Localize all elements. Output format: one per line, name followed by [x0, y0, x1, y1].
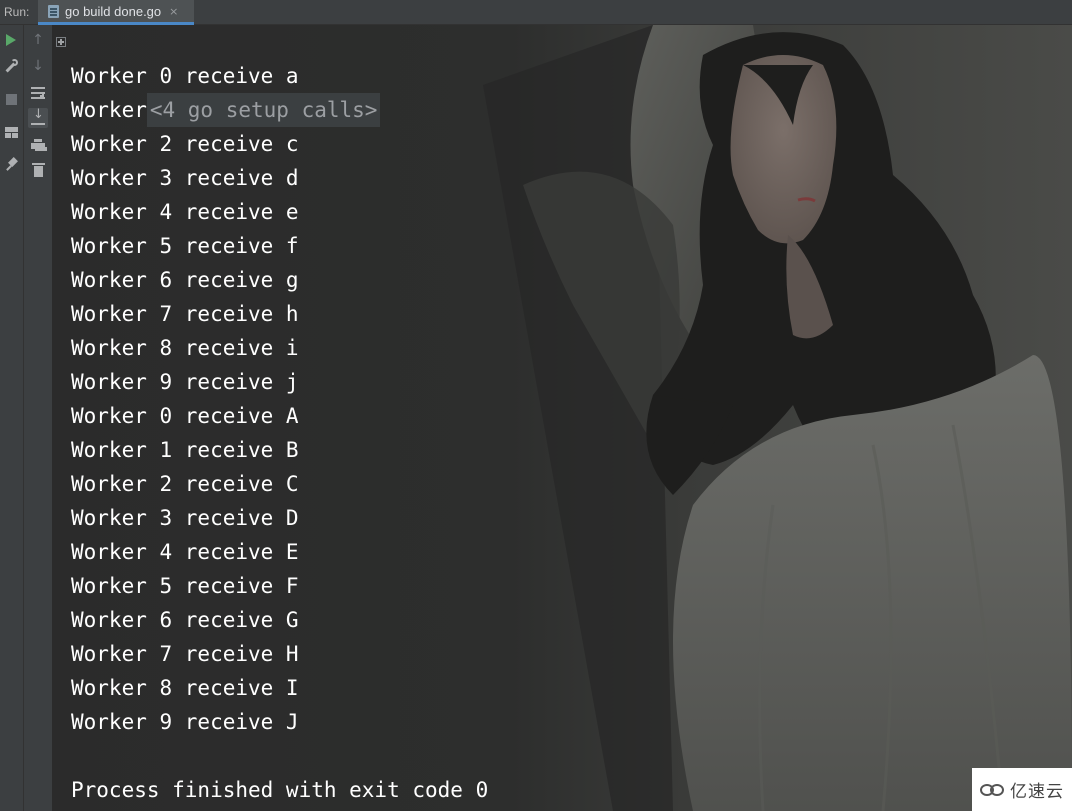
console-line: Worker 6 receive g [71, 268, 299, 292]
run-toolbar-primary [0, 25, 24, 811]
scroll-to-end-icon [31, 107, 45, 125]
run-toolbar-secondary: ↑ ↓ [24, 25, 53, 811]
scroll-to-end-button[interactable] [28, 107, 48, 128]
watermark-text: 亿速云 [1010, 782, 1064, 802]
console-line: Worker 2 receive c [71, 132, 299, 156]
folded-frames-text[interactable]: <4 go setup calls> [146, 93, 381, 127]
console-line: Worker 4 receive E [71, 540, 299, 564]
arrow-up-icon: ↑ [32, 32, 44, 48]
run-tab[interactable]: go build done.go × [38, 0, 194, 25]
console-line: Worker 7 receive h [71, 302, 299, 326]
console-line: Worker 3 receive D [71, 506, 299, 530]
console-line: Worker 5 receive F [71, 574, 299, 598]
stop-icon [5, 93, 17, 105]
console-line: Worker 2 receive C [71, 472, 299, 496]
stop-button[interactable] [1, 89, 21, 109]
console-line: Worker 3 receive d [71, 166, 299, 190]
expand-icon[interactable] [56, 37, 66, 47]
go-file-icon [48, 4, 59, 18]
console-line: Worker 8 receive I [71, 676, 299, 700]
watermark: 亿速云 [972, 768, 1072, 811]
console-line: Worker 4 receive e [71, 200, 299, 224]
arrow-down-icon: ↓ [32, 58, 44, 74]
exit-message: Process finished with exit code 0 [71, 778, 489, 802]
pin-icon [5, 158, 18, 171]
pin-tab-button[interactable] [1, 154, 21, 174]
console-blank-line [71, 739, 488, 773]
console-line: Worker 1 receive B [71, 438, 299, 462]
trash-icon [31, 163, 45, 177]
console-output[interactable]: <4 go setup calls> Worker 0 receive a Wo… [53, 25, 1072, 811]
console-line: Worker 5 receive f [71, 234, 299, 258]
soft-wrap-button[interactable] [28, 83, 48, 103]
console-line: Worker 6 receive G [71, 608, 299, 632]
edit-configuration-button[interactable] [1, 56, 21, 76]
rerun-button[interactable] [1, 30, 21, 50]
play-icon [6, 34, 16, 46]
wrench-icon [4, 59, 18, 73]
soft-wrap-icon [31, 87, 45, 99]
layout-icon [4, 126, 18, 138]
cloud-logo-icon [980, 782, 1006, 798]
down-stack-button[interactable]: ↓ [28, 56, 48, 76]
close-icon[interactable]: × [169, 5, 178, 18]
print-icon [31, 139, 45, 151]
console-line: Worker 8 receive i [71, 336, 299, 360]
console-lines: <4 go setup calls> Worker 0 receive a Wo… [56, 25, 489, 807]
console-line: Worker 9 receive j [71, 370, 299, 394]
clear-all-button[interactable] [28, 160, 48, 180]
up-stack-button[interactable]: ↑ [28, 30, 48, 50]
print-button[interactable] [28, 135, 48, 155]
console-line: Worker 0 receive A [71, 404, 299, 428]
console-line: Worker 9 receive J [71, 710, 299, 734]
run-tool-window-header: Run: go build done.go × [0, 0, 1072, 25]
folded-frames-row: <4 go setup calls> [56, 25, 488, 127]
run-label: Run: [4, 5, 30, 19]
console-line: Worker 7 receive H [71, 642, 299, 666]
restore-layout-button[interactable] [1, 122, 21, 142]
run-tab-title: go build done.go [65, 3, 162, 19]
